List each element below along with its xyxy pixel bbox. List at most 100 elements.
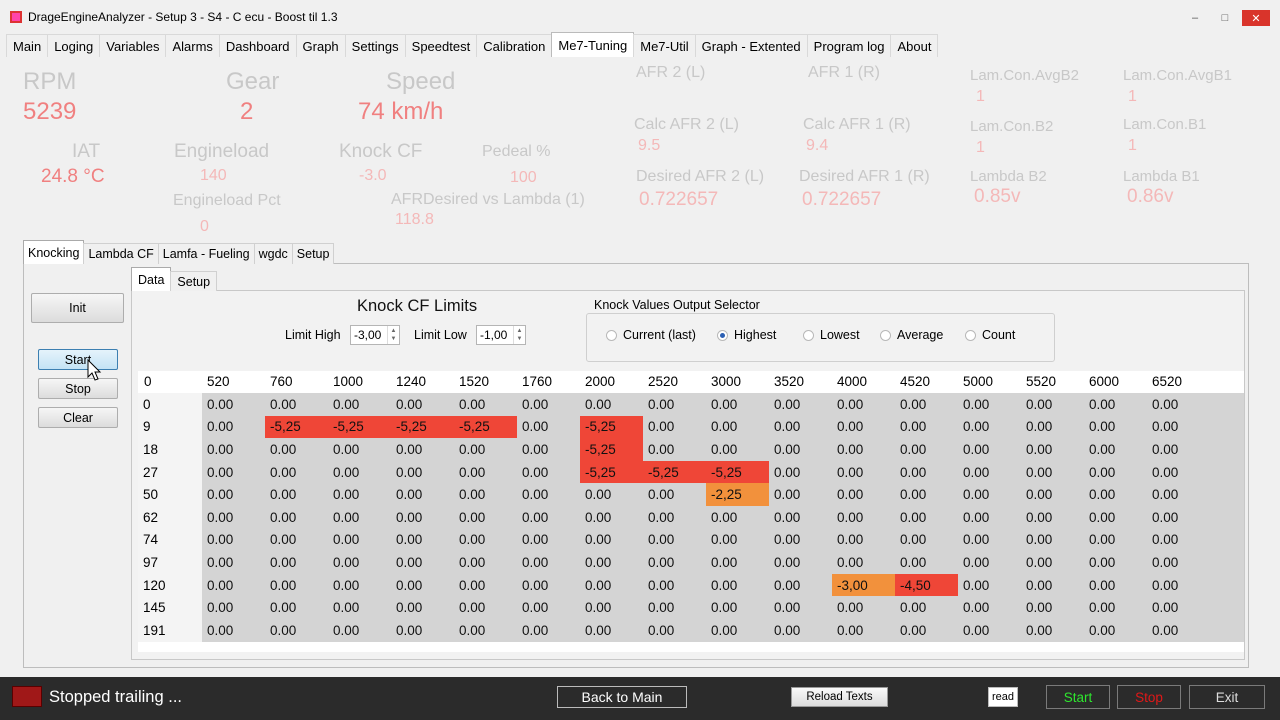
table-cell[interactable]: 0.00 xyxy=(265,483,328,506)
table-cell[interactable]: 0.00 xyxy=(454,393,517,416)
tab-me7-util[interactable]: Me7-Util xyxy=(633,34,696,57)
table-cell[interactable]: 0.00 xyxy=(202,596,265,619)
table-cell[interactable]: 0.00 xyxy=(1021,506,1084,529)
table-cell[interactable]: 0.00 xyxy=(202,551,265,574)
table-cell[interactable]: 0.00 xyxy=(265,573,328,597)
tab-loging[interactable]: Loging xyxy=(47,34,101,57)
table-cell[interactable]: 0.00 xyxy=(391,619,454,642)
tab-lambda-cf[interactable]: Lambda CF xyxy=(83,243,159,264)
table-cell[interactable]: 0.00 xyxy=(580,619,643,642)
table-cell[interactable]: 0.00 xyxy=(1147,596,1244,619)
table-cell[interactable]: 0.00 xyxy=(1147,619,1244,642)
tab-graph[interactable]: Graph xyxy=(295,34,346,57)
tab-graph-extented[interactable]: Graph - Extented xyxy=(694,34,808,57)
table-cell[interactable]: 0.00 xyxy=(391,596,454,619)
table-cell[interactable]: 0.00 xyxy=(517,596,580,619)
table-cell[interactable]: 0.00 xyxy=(580,551,643,574)
table-cell[interactable]: 0.00 xyxy=(643,415,706,439)
tab-settings[interactable]: Settings xyxy=(344,34,406,57)
table-cell[interactable]: 0.00 xyxy=(391,551,454,574)
table-cell[interactable]: 0.00 xyxy=(1021,483,1084,506)
table-cell[interactable]: 0.00 xyxy=(454,438,517,461)
table-cell[interactable]: 0.00 xyxy=(643,596,706,619)
table-cell[interactable]: 0.00 xyxy=(643,483,706,506)
table-cell[interactable]: 0.00 xyxy=(958,506,1021,529)
table-cell[interactable]: 0.00 xyxy=(895,528,958,552)
table-cell[interactable]: 0.00 xyxy=(895,483,958,506)
table-cell[interactable]: 0.00 xyxy=(706,506,769,529)
table-cell[interactable]: 0.00 xyxy=(832,528,895,552)
table-cell[interactable]: 0.00 xyxy=(517,506,580,529)
table-cell[interactable]: 0.00 xyxy=(202,415,265,439)
table-cell[interactable]: 0.00 xyxy=(1147,460,1244,484)
table-cell[interactable]: 0.00 xyxy=(895,393,958,416)
tab-speedtest[interactable]: Speedtest xyxy=(404,34,478,57)
radio-lowest[interactable]: Lowest xyxy=(803,328,860,342)
table-cell[interactable]: 0.00 xyxy=(769,551,832,574)
table-cell[interactable]: 0.00 xyxy=(643,551,706,574)
table-cell[interactable]: 0.00 xyxy=(958,438,1021,461)
table-cell[interactable]: 0.00 xyxy=(895,506,958,529)
table-cell[interactable]: 0.00 xyxy=(706,438,769,461)
table-cell[interactable]: 0.00 xyxy=(643,393,706,416)
table-cell[interactable]: 0.00 xyxy=(517,393,580,416)
table-cell[interactable]: 0.00 xyxy=(1084,506,1147,529)
table-cell[interactable]: 0.00 xyxy=(202,460,265,484)
table-cell[interactable]: 0.00 xyxy=(517,551,580,574)
table-cell[interactable]: 0.00 xyxy=(1147,551,1244,574)
stop-button[interactable]: Stop xyxy=(38,378,118,399)
tab-data[interactable]: Data xyxy=(131,267,172,291)
table-cell[interactable]: 0.00 xyxy=(769,438,832,461)
table-cell[interactable]: -5,25 xyxy=(706,460,769,484)
table-cell[interactable]: 0.00 xyxy=(265,393,328,416)
table-cell[interactable]: 0.00 xyxy=(706,393,769,416)
table-cell[interactable]: 0.00 xyxy=(769,415,832,439)
table-cell[interactable]: 0.00 xyxy=(517,573,580,597)
stop-logging-button[interactable]: Stop xyxy=(1117,685,1181,709)
table-cell[interactable]: 0.00 xyxy=(391,528,454,552)
table-cell[interactable]: 0.00 xyxy=(328,619,391,642)
table-cell[interactable]: 0.00 xyxy=(328,483,391,506)
table-cell[interactable]: 0.00 xyxy=(832,460,895,484)
table-cell[interactable]: 0.00 xyxy=(454,483,517,506)
table-cell[interactable]: 0.00 xyxy=(706,619,769,642)
start-button[interactable]: Start xyxy=(38,349,118,370)
table-cell[interactable]: 0.00 xyxy=(769,596,832,619)
radio-current[interactable]: Current (last) xyxy=(606,328,696,342)
table-cell[interactable]: 0.00 xyxy=(517,483,580,506)
table-cell[interactable]: 0.00 xyxy=(958,596,1021,619)
table-cell[interactable]: 0.00 xyxy=(391,393,454,416)
table-cell[interactable]: 0.00 xyxy=(580,596,643,619)
table-cell[interactable]: 0.00 xyxy=(1021,596,1084,619)
table-cell[interactable]: -5,25 xyxy=(580,415,643,439)
exit-button[interactable]: Exit xyxy=(1189,685,1265,709)
table-cell[interactable]: 0.00 xyxy=(769,460,832,484)
tab-wgdc[interactable]: wgdc xyxy=(253,243,293,264)
tab-inner-setup[interactable]: Setup xyxy=(170,271,218,291)
reload-texts-button[interactable]: Reload Texts xyxy=(791,687,888,707)
table-cell[interactable]: 0.00 xyxy=(958,483,1021,506)
table-cell[interactable]: 0.00 xyxy=(1084,528,1147,552)
table-cell[interactable]: 0.00 xyxy=(1084,415,1147,439)
table-cell[interactable]: 0.00 xyxy=(454,573,517,597)
table-cell[interactable]: 0.00 xyxy=(391,506,454,529)
knock-table[interactable]: 0 520 760 1000 1240 1520 1760 2000 2520 3000 3520… xyxy=(138,371,1244,652)
limit-high-input[interactable]: -3,00 ▲ ▼ xyxy=(350,325,400,345)
table-cell[interactable]: 0.00 xyxy=(1147,506,1244,529)
table-cell[interactable]: 0.00 xyxy=(454,528,517,552)
table-cell[interactable]: 0.00 xyxy=(643,619,706,642)
table-cell[interactable]: 0.00 xyxy=(706,573,769,597)
table-cell[interactable]: 0.00 xyxy=(895,438,958,461)
close-button[interactable]: ✕ xyxy=(1242,10,1270,26)
table-cell[interactable]: 0.00 xyxy=(769,573,832,597)
table-cell[interactable]: 0.00 xyxy=(832,483,895,506)
table-cell[interactable]: 0.00 xyxy=(517,528,580,552)
table-cell[interactable]: 0.00 xyxy=(454,551,517,574)
table-cell[interactable]: 0.00 xyxy=(1147,438,1244,461)
table-cell[interactable]: 0.00 xyxy=(643,438,706,461)
table-cell[interactable]: 0.00 xyxy=(706,528,769,552)
table-cell[interactable]: 0.00 xyxy=(1147,393,1244,416)
table-cell[interactable]: 0.00 xyxy=(706,551,769,574)
table-cell[interactable]: 0.00 xyxy=(265,460,328,484)
spin-arrows-icon[interactable]: ▲ ▼ xyxy=(387,326,399,344)
